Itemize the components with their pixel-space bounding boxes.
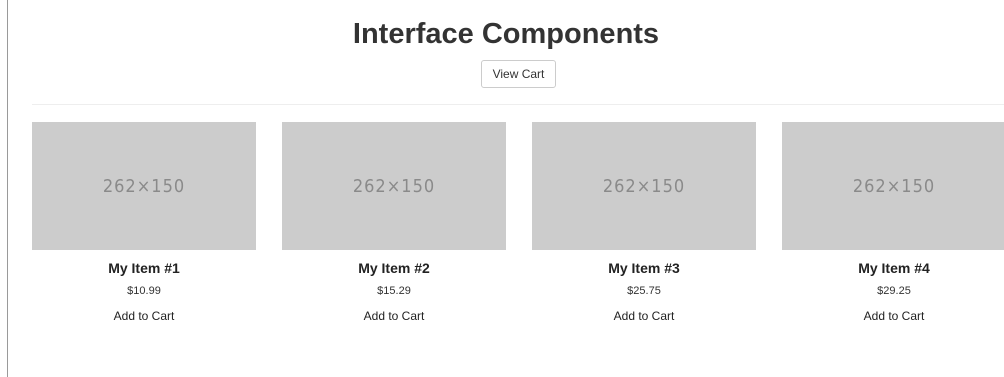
- image-size-label: 262×150: [602, 175, 686, 197]
- product-card: 262×150 My Item #1 $10.99 Add to Cart: [32, 122, 256, 325]
- product-card: 262×150 My Item #3 $25.75 Add to Cart: [532, 122, 756, 325]
- product-card: 262×150 My Item #4 $29.25 Add to Cart: [782, 122, 1004, 325]
- product-image-placeholder: 262×150: [782, 122, 1004, 250]
- add-to-cart-button[interactable]: Add to Cart: [364, 309, 425, 323]
- product-name: My Item #4: [858, 260, 930, 276]
- product-image-placeholder: 262×150: [532, 122, 756, 250]
- page-frame: Interface Components View Cart 262×150 M…: [7, 0, 1004, 377]
- product-price: $25.75: [627, 285, 661, 297]
- product-image-placeholder: 262×150: [282, 122, 506, 250]
- product-name: My Item #2: [358, 260, 430, 276]
- divider: [32, 104, 1004, 105]
- add-to-cart-button[interactable]: Add to Cart: [864, 309, 925, 323]
- product-image-placeholder: 262×150: [32, 122, 256, 250]
- page-title: Interface Components: [352, 18, 660, 50]
- product-price: $15.29: [377, 285, 411, 297]
- image-size-label: 262×150: [852, 175, 936, 197]
- product-card: 262×150 My Item #2 $15.29 Add to Cart: [282, 122, 506, 325]
- product-price: $29.25: [877, 285, 911, 297]
- image-size-label: 262×150: [102, 175, 186, 197]
- add-to-cart-button[interactable]: Add to Cart: [114, 309, 175, 323]
- product-name: My Item #3: [608, 260, 680, 276]
- product-name: My Item #1: [108, 260, 180, 276]
- image-size-label: 262×150: [352, 175, 436, 197]
- product-grid: 262×150 My Item #1 $10.99 Add to Cart 26…: [32, 122, 1004, 342]
- view-cart-button[interactable]: View Cart: [481, 60, 556, 88]
- product-price: $10.99: [127, 285, 161, 297]
- add-to-cart-button[interactable]: Add to Cart: [614, 309, 675, 323]
